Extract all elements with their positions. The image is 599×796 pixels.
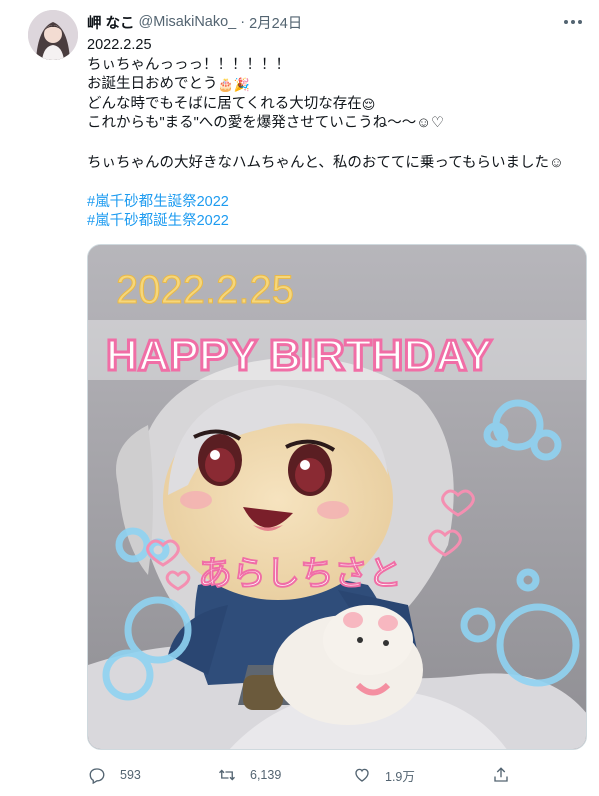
more-icon[interactable] (561, 12, 585, 32)
text-line: ちぃちゃんっっっ！！！！！！ (87, 56, 290, 73)
hashtag-link[interactable]: #嵐千砂都誕生祭2022 (87, 212, 587, 232)
text-line: これからも"まる"への愛を爆発させていこうね〜〜☺︎♡ (87, 115, 445, 132)
like-button[interactable]: 1.9万 (353, 762, 415, 788)
text-line: お誕生日おめでとう🎂🎉 (87, 75, 587, 95)
tweet-header: 岬 なこ @MisakiNako_ · 2月24日 (87, 11, 302, 33)
retweet-count: 6,139 (250, 768, 282, 782)
separator: · (240, 14, 246, 30)
text-line: どんな時でもそばに居てくれる大切な存在😌 (87, 95, 587, 115)
tweet-photo[interactable]: 2022.2.25 HAPPY BIRTHDAY あらしちさと (87, 244, 587, 750)
like-count: 1.9万 (385, 769, 415, 784)
text-segment: どんな時でもそばに居てくれる大切な存在 (87, 95, 362, 112)
text-line: ちぃちゃんの大好きなハムちゃんと、私のおててに乗ってもらいました☺︎ (87, 154, 564, 171)
text-line: 2022.2.25 (87, 37, 152, 53)
relieved-emoji: 😌 (361, 96, 376, 112)
tweet-date[interactable]: 2月24日 (249, 12, 302, 33)
text-segment: お誕生日おめでとう (87, 76, 218, 93)
photo-overlay-title: HAPPY BIRTHDAY (106, 331, 492, 380)
share-button[interactable] (492, 762, 524, 788)
photo-overlay-date: 2022.2.25 (116, 268, 294, 312)
like-icon (355, 768, 369, 782)
tweet-text: 2022.2.25 ちぃちゃんっっっ！！！！！！ お誕生日おめでとう🎂🎉 どんな… (87, 36, 587, 232)
user-handle[interactable]: @MisakiNako_ (139, 14, 237, 30)
share-icon (494, 767, 508, 782)
photo-overlay-name: あらしちさと (198, 554, 402, 594)
reply-button[interactable]: 593 (88, 762, 141, 788)
tweet: 岬 なこ @MisakiNako_ · 2月24日 2022.2.25 ちぃちゃ… (0, 0, 599, 796)
reply-count: 593 (120, 768, 141, 782)
reply-icon (89, 768, 105, 784)
retweet-button[interactable]: 6,139 (218, 762, 281, 788)
birthday-emoji: 🎂🎉 (217, 77, 250, 93)
display-name[interactable]: 岬 なこ (87, 12, 135, 33)
retweet-icon (219, 769, 235, 781)
avatar[interactable] (28, 10, 78, 60)
action-bar: 593 6,139 1.9万 (80, 762, 520, 788)
hashtag-link[interactable]: #嵐千砂都生誕祭2022 (87, 193, 587, 213)
